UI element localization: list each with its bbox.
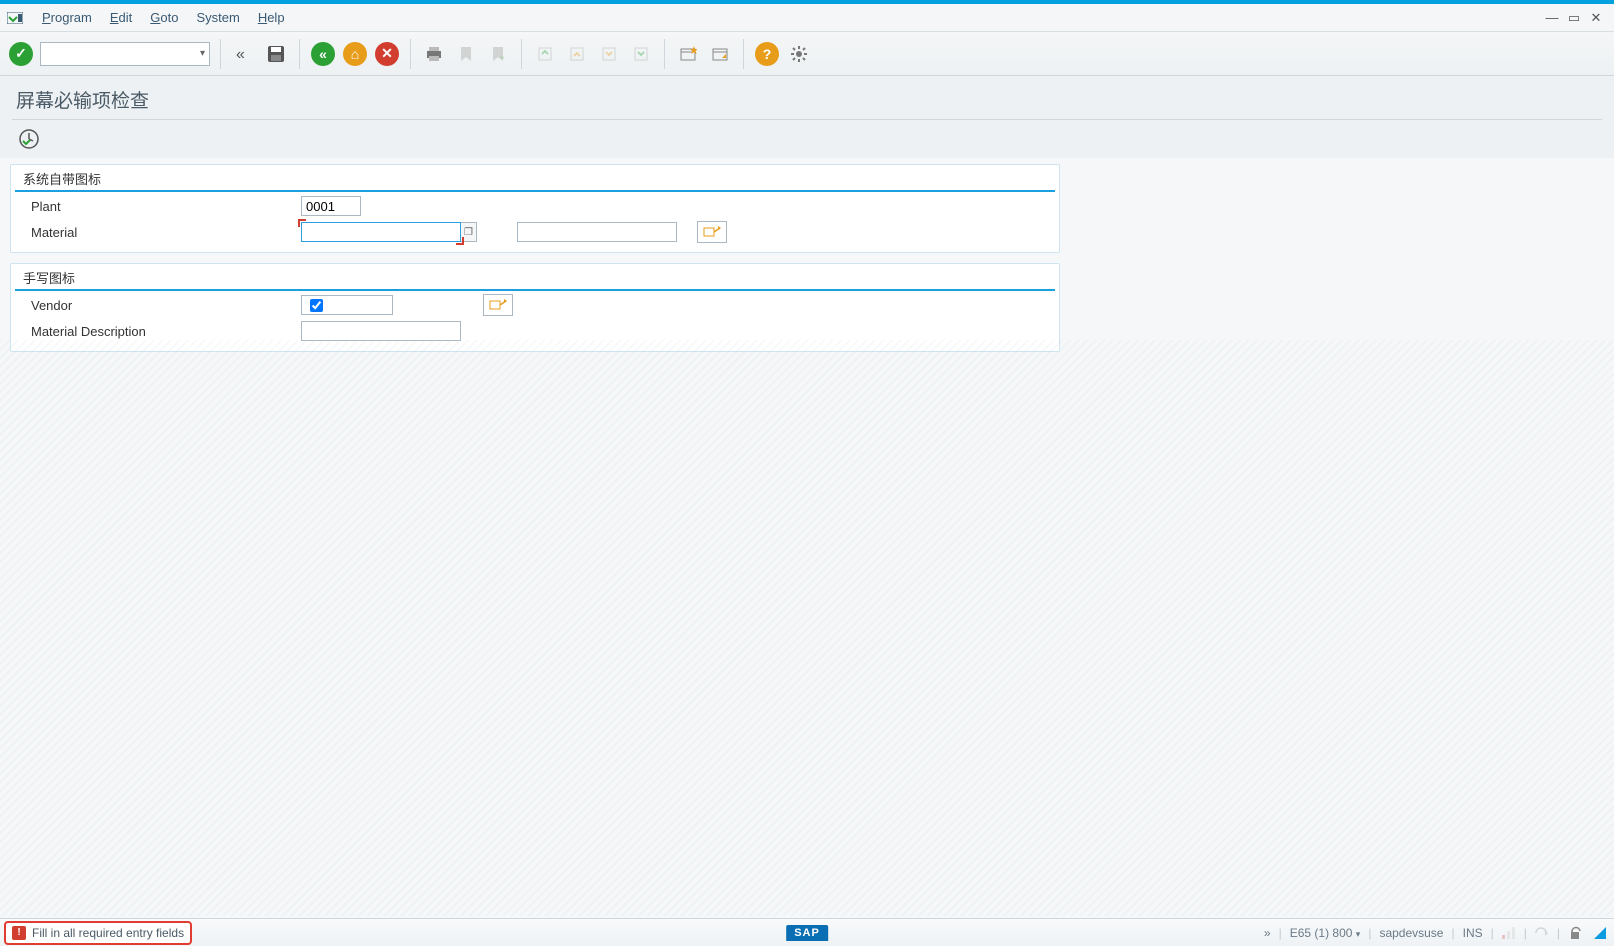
group-title-2: 手写图标 [15,264,1055,291]
checkbox-vendor[interactable] [310,299,323,312]
menu-goto[interactable]: Goto [150,10,178,25]
content-area: 系统自带图标 Plant Material ❐ 手写图标 [0,158,1614,368]
minimize-icon[interactable]: — [1544,10,1560,26]
print-icon[interactable] [421,41,447,67]
status-server: sapdevsuse [1379,926,1443,940]
label-matdesc: Material Description [11,324,301,339]
status-system[interactable]: E65 (1) 800 ▾ [1290,926,1361,940]
back-double-icon[interactable]: « [231,41,257,67]
background-hatch [0,340,1614,916]
find-next-icon[interactable]: + [485,41,511,67]
window-controls: — ▭ ✕ [1544,10,1614,26]
group-system-icons: 系统自带图标 Plant Material ❐ [10,164,1060,253]
input-vendor[interactable] [301,295,393,315]
row-plant: Plant [11,194,1059,218]
help-button[interactable]: ? [754,41,780,67]
back-button[interactable]: « [310,41,336,67]
status-bar: ! Fill in all required entry fields SAP … [0,918,1614,946]
svg-text:+: + [499,53,505,63]
toolbar-separator [743,39,744,69]
menu-system[interactable]: System [196,10,239,25]
command-field[interactable]: ▾ [40,42,210,66]
sap-logo: SAP [786,925,828,941]
multiple-selection-button-2[interactable] [483,294,513,316]
group-hand-icons: 手写图标 Vendor Material Description [10,263,1060,352]
find-icon[interactable] [453,41,479,67]
status-resize-grip[interactable] [1594,927,1606,939]
error-icon: ! [12,926,26,940]
status-chevrons[interactable]: » [1264,926,1271,940]
status-insert-mode: INS [1463,926,1483,940]
title-area: 屏幕必输项检查 [0,76,1614,158]
status-sync-icon [1535,927,1549,939]
input-material-description[interactable] [301,321,461,341]
menu-bar: Program Edit Goto System Help — ▭ ✕ [0,4,1614,32]
label-material: Material [11,225,301,240]
page-title: 屏幕必输项检查 [16,86,1602,113]
toolbar-separator [410,39,411,69]
prev-page-icon[interactable] [564,41,590,67]
svg-text:★: ★ [689,45,697,57]
cancel-button[interactable]: ✕ [374,41,400,67]
first-page-icon[interactable] [532,41,558,67]
toolbar-separator [521,39,522,69]
toolbar-separator [299,39,300,69]
group-title-1: 系统自带图标 [15,165,1055,192]
enter-button[interactable]: ✓ [8,41,34,67]
status-signal-icon [1502,927,1516,939]
input-plant[interactable] [301,196,361,216]
dropdown-icon: ▾ [200,48,205,59]
svg-text:«: « [236,46,245,63]
label-plant: Plant [11,199,301,214]
next-page-icon[interactable] [596,41,622,67]
exit-button[interactable]: ⌂ [342,41,368,67]
status-lock-icon[interactable] [1568,926,1582,940]
new-session-icon[interactable]: ★ [675,41,701,67]
settings-icon[interactable] [786,41,812,67]
input-material-high[interactable] [517,222,677,242]
create-shortcut-icon[interactable] [707,41,733,67]
toolbar-separator [664,39,665,69]
main-toolbar: ✓ ▾ « « ⌂ ✕ + [0,32,1614,76]
maximize-icon[interactable]: ▭ [1566,10,1582,26]
multiple-selection-button[interactable] [697,221,727,243]
status-message-box[interactable]: ! Fill in all required entry fields [4,921,192,945]
last-page-icon[interactable] [628,41,654,67]
app-toolbar [12,119,1602,158]
row-material: Material ❐ [11,220,1059,244]
app-menu-icon[interactable] [6,11,24,25]
status-right-group: » | E65 (1) 800 ▾ | sapdevsuse | INS | |… [1264,926,1614,940]
menu-help[interactable]: Help [258,10,285,25]
save-icon[interactable] [263,41,289,67]
execute-button[interactable] [16,126,42,152]
toolbar-separator [220,39,221,69]
row-material-description: Material Description [11,319,1059,343]
dropdown-icon: ▾ [1356,929,1361,939]
status-message-text: Fill in all required entry fields [32,926,184,940]
row-vendor: Vendor [11,293,1059,317]
close-icon[interactable]: ✕ [1588,10,1604,26]
menu-program[interactable]: Program [42,10,92,25]
menu-edit[interactable]: Edit [110,10,132,25]
input-material-low[interactable] [301,222,461,242]
label-vendor: Vendor [11,298,301,313]
